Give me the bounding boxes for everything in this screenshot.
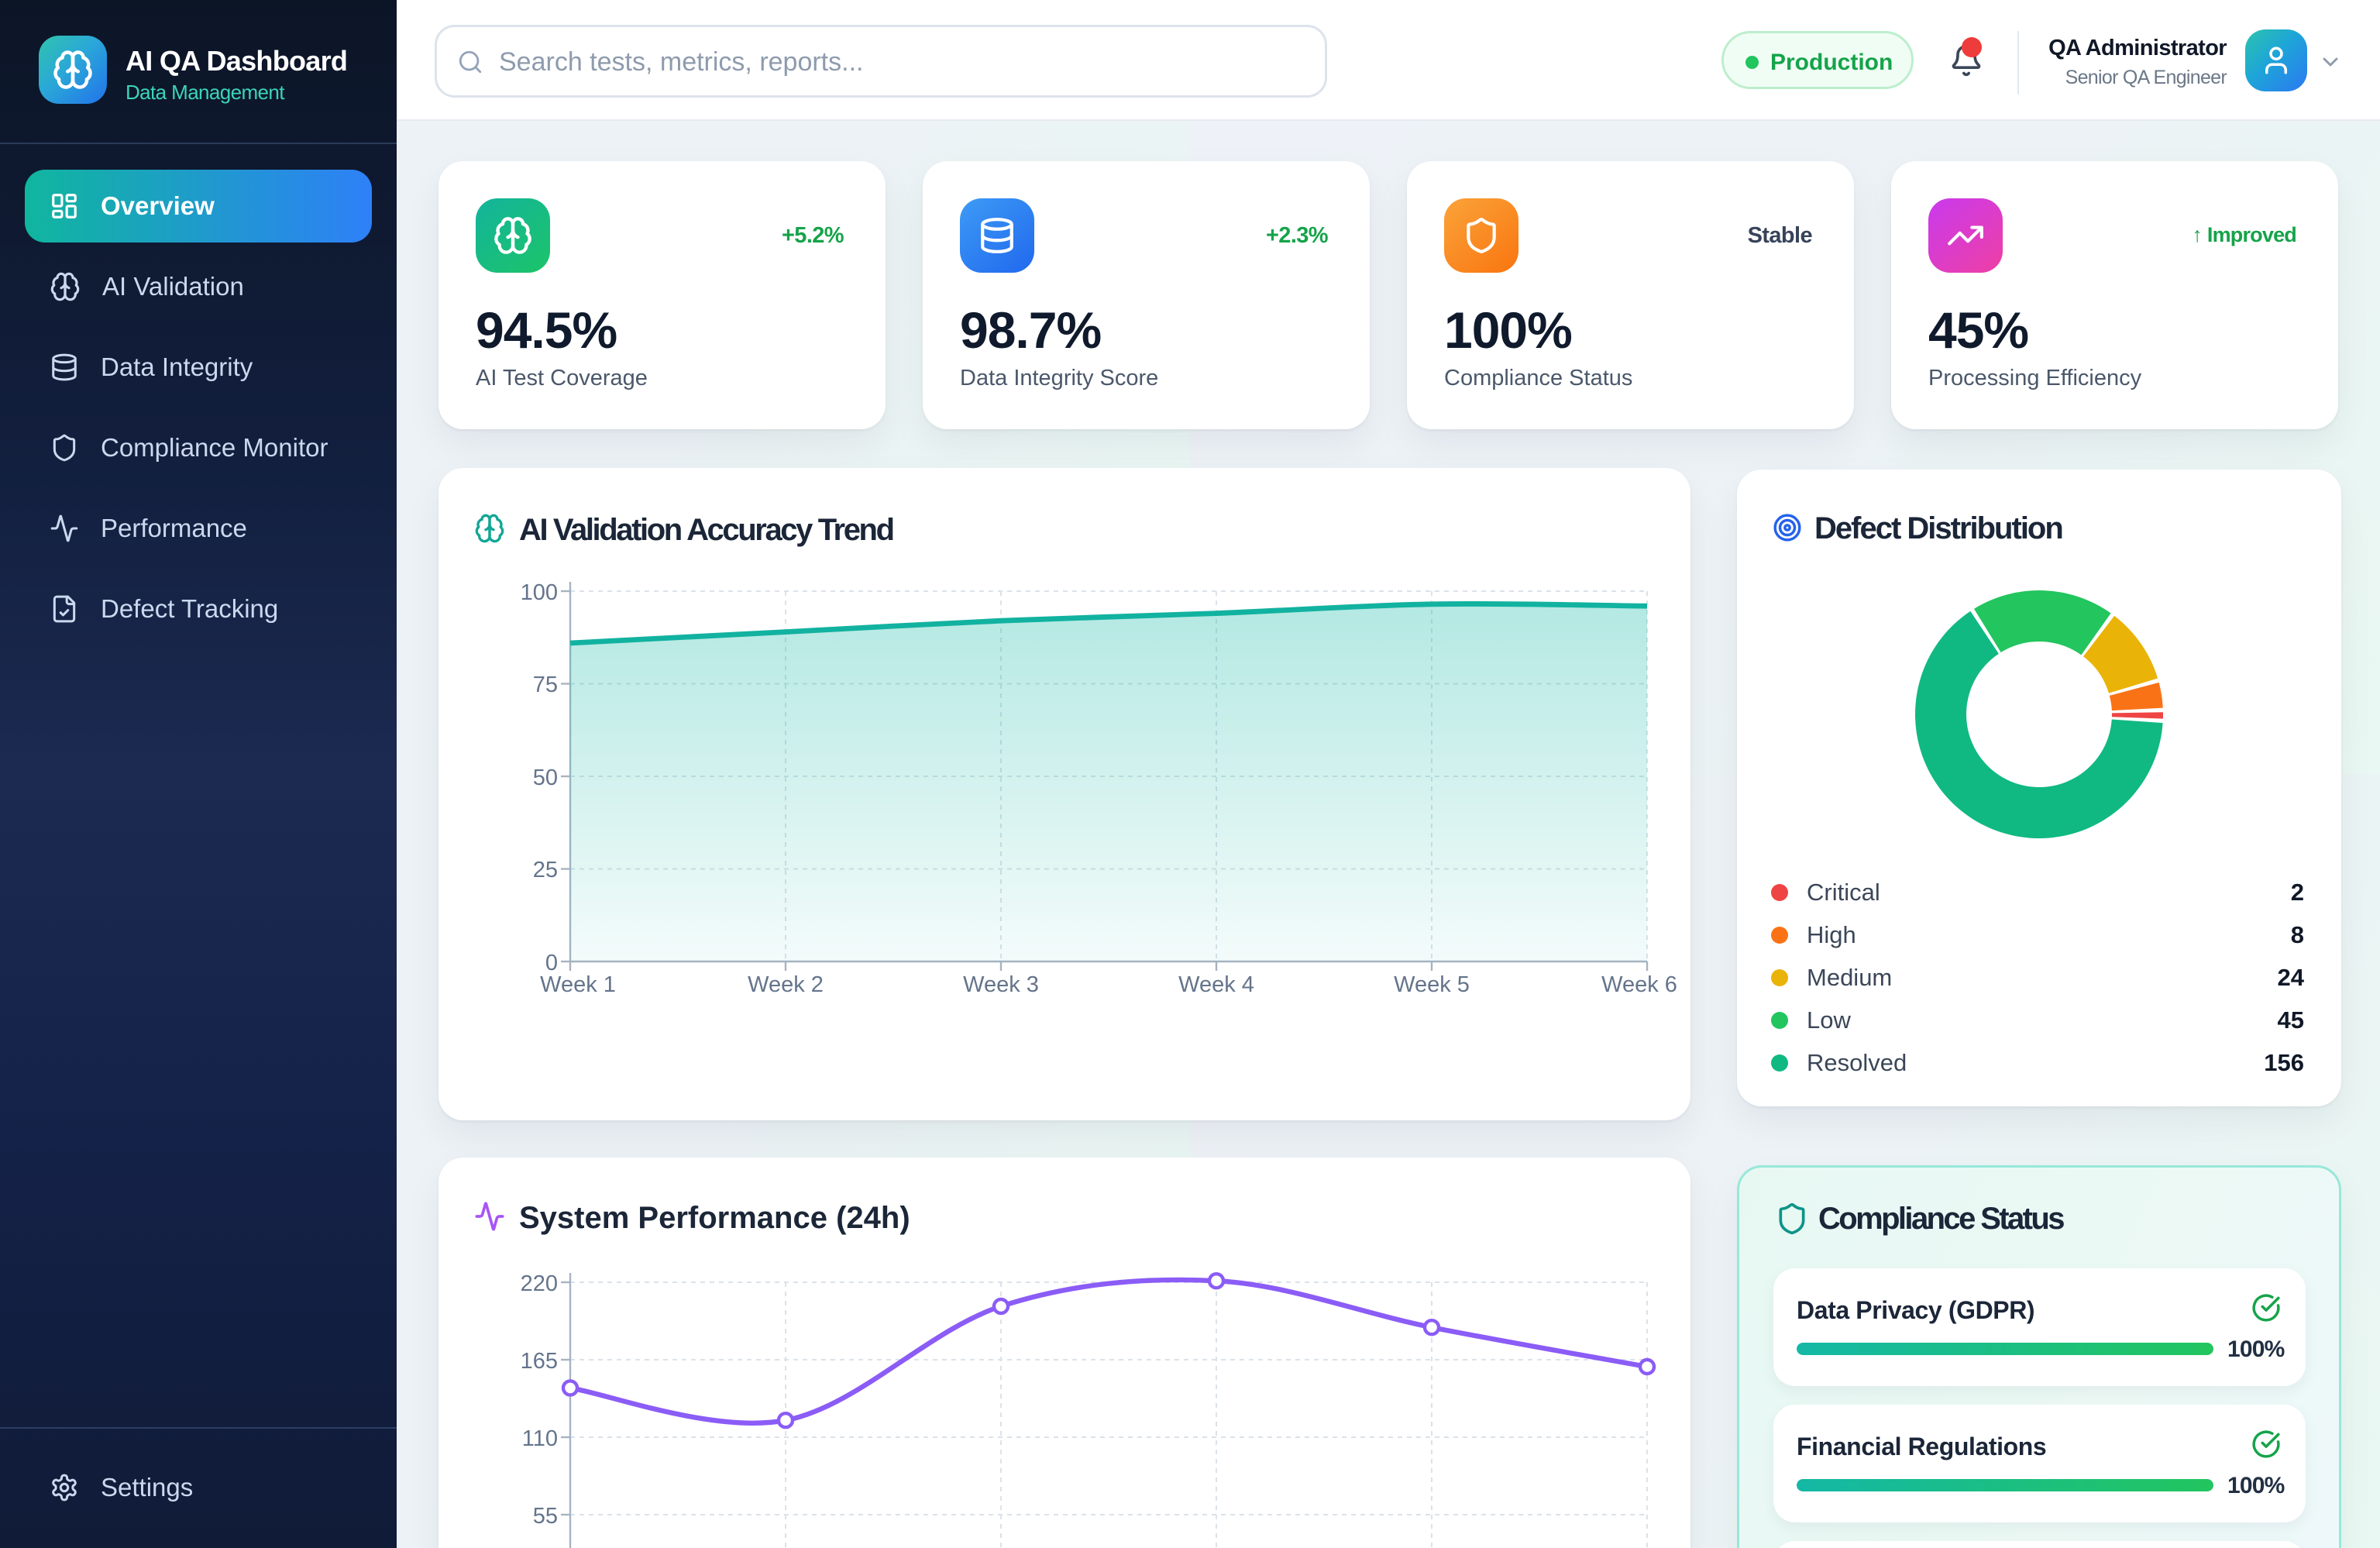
svg-text:75: 75 [533,673,558,697]
svg-text:Week 6: Week 6 [1601,972,1677,997]
svg-text:Week 3: Week 3 [963,972,1039,997]
svg-text:Week 2: Week 2 [748,972,824,997]
svg-text:Week 5: Week 5 [1394,972,1470,997]
svg-text:110: 110 [522,1426,558,1451]
svg-text:Week 4: Week 4 [1178,972,1254,997]
svg-text:25: 25 [533,858,558,882]
svg-text:55: 55 [533,1504,558,1529]
svg-text:Week 1: Week 1 [540,972,616,997]
svg-text:165: 165 [521,1349,558,1374]
svg-text:220: 220 [521,1271,558,1296]
svg-text:100: 100 [521,580,558,605]
svg-text:50: 50 [533,765,558,790]
